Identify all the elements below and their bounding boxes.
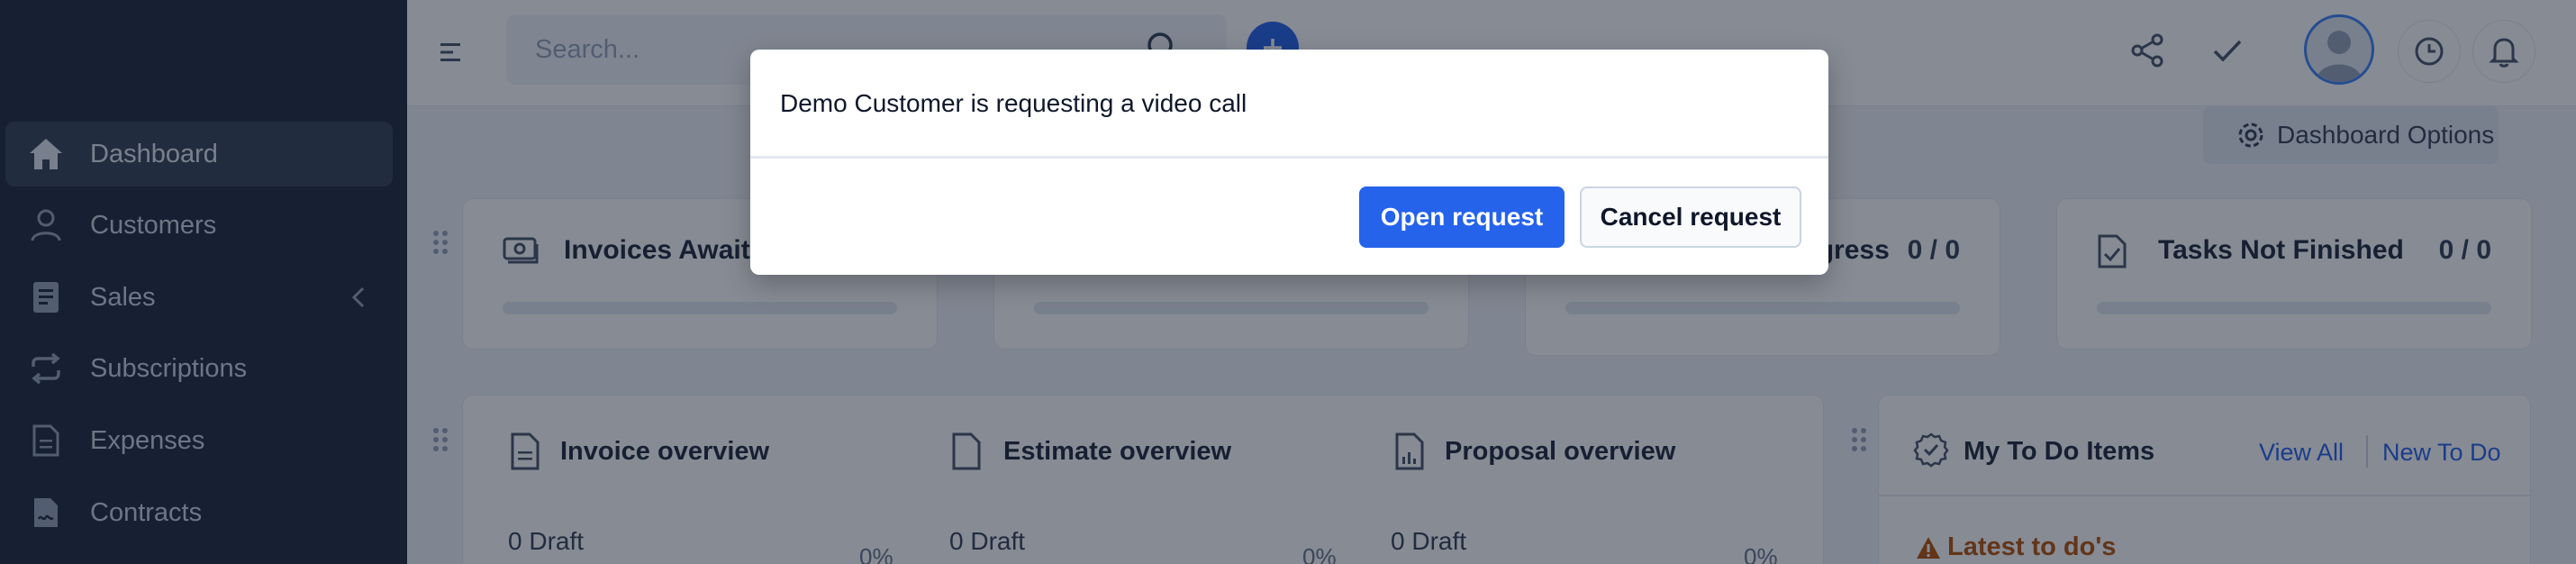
modal-message: Demo Customer is requesting a video call [780, 89, 1247, 117]
modal-divider [750, 156, 1828, 159]
video-call-request-modal: Demo Customer is requesting a video call… [750, 50, 1828, 275]
open-request-button[interactable]: Open request [1359, 186, 1565, 248]
cancel-request-button[interactable]: Cancel request [1580, 186, 1801, 248]
